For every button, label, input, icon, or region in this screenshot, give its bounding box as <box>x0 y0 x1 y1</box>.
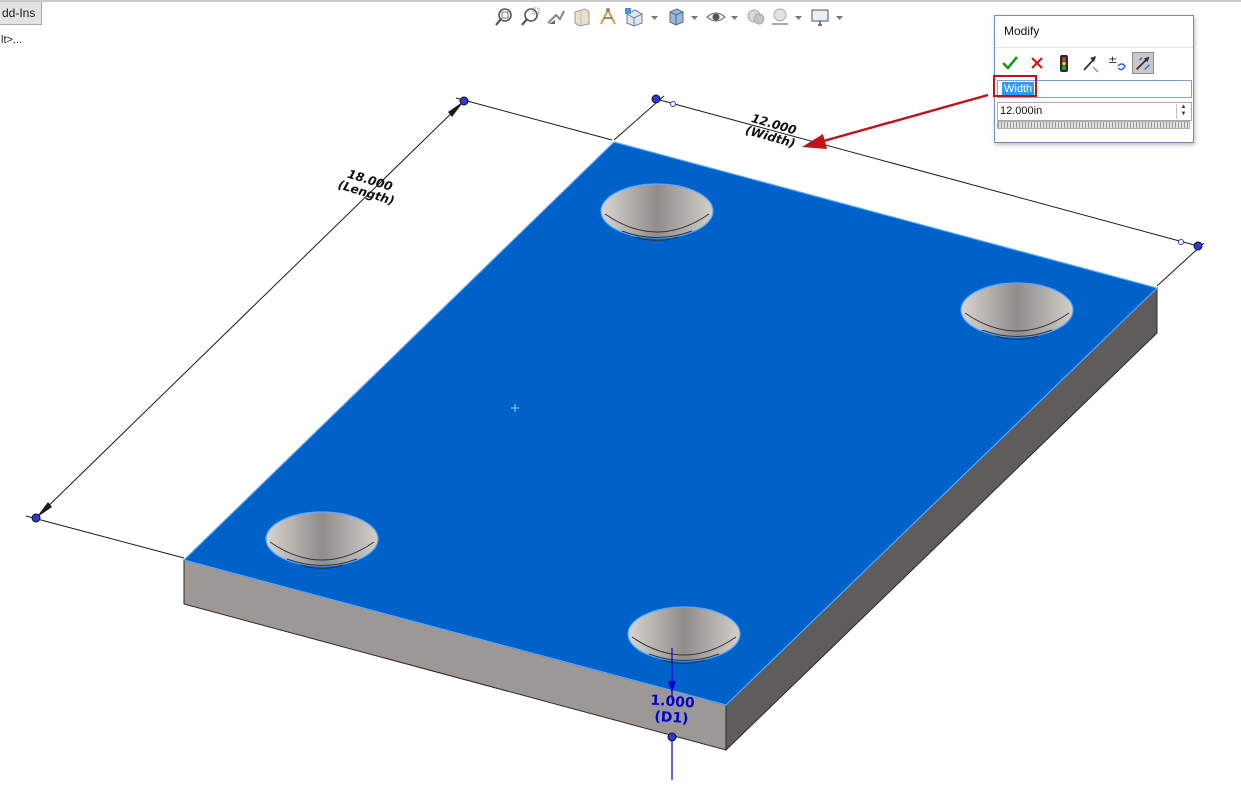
modify-dialog-title: Modify <box>1004 24 1040 38</box>
rebuild-icon[interactable] <box>1053 52 1075 74</box>
svg-text:±: ± <box>1108 53 1117 66</box>
thickness-dimension-label[interactable]: 1.000 (D1) <box>633 691 711 728</box>
mark-for-drawing-icon[interactable]: ± <box>1106 52 1128 74</box>
ok-check-icon[interactable] <box>999 52 1021 74</box>
value-spinner[interactable]: ▲ ▼ <box>1176 104 1190 119</box>
modify-dialog-toolbar: ± <box>995 47 1193 76</box>
graphics-area[interactable]: dd-Ins lt>... 18.000 (Length) 12.000 (Wi… <box>0 0 1241 797</box>
callout-arrow <box>802 93 989 149</box>
callout-highlight-box <box>993 75 1037 97</box>
spin-up-icon[interactable]: ▲ <box>1177 104 1190 111</box>
regenerate-options-button[interactable] <box>1132 52 1154 74</box>
regenerate-options-icon <box>1135 56 1150 71</box>
spin-down-icon[interactable]: ▼ <box>1177 111 1190 118</box>
thumbwheel[interactable] <box>997 121 1190 129</box>
reverse-dimension-icon[interactable] <box>1079 52 1101 74</box>
cancel-x-icon[interactable] <box>1026 52 1048 74</box>
dimension-value-text: 12.000in <box>1000 105 1043 117</box>
dimension-value-field[interactable]: 12.000in ▲ ▼ <box>997 102 1192 121</box>
modify-dialog[interactable]: Modify ± Width 12.000in ▲ ▼ <box>993 15 1194 143</box>
